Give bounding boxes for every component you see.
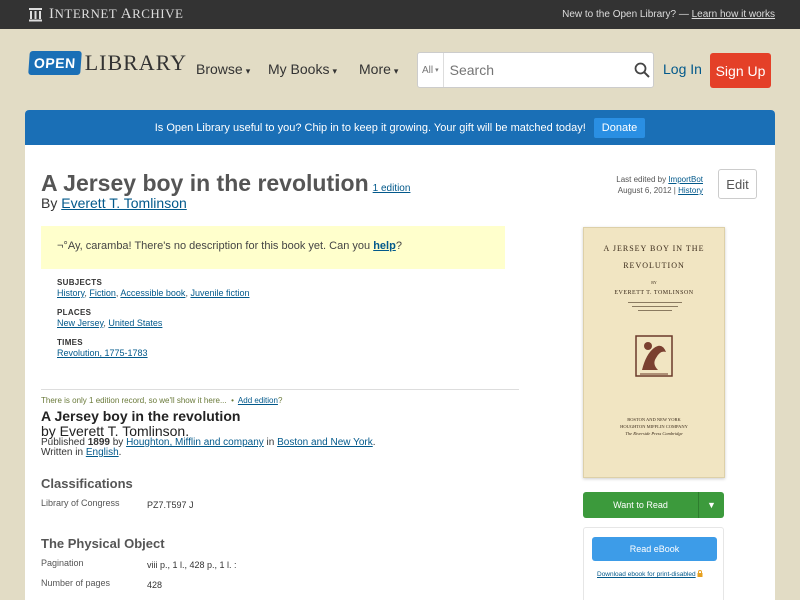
nav-more[interactable]: More ▾ <box>359 61 398 77</box>
physical-object-heading: The Physical Object <box>41 536 165 551</box>
search-bar: All ▾ <box>417 52 654 88</box>
place-link[interactable]: United States <box>108 318 162 328</box>
classifications-heading: Classifications <box>41 476 133 491</box>
edit-button[interactable]: Edit <box>718 169 757 199</box>
divider <box>41 389 519 390</box>
read-options-box: Read eBook Download ebook for print-disa… <box>583 527 724 600</box>
book-page-card: Is Open Library useful to you? Chip in t… <box>25 110 775 600</box>
lock-icon <box>697 570 703 577</box>
subject-link[interactable]: Accessible book <box>120 288 185 298</box>
last-edited-user-link[interactable]: ImportBot <box>668 175 703 184</box>
site-header: OPEN LIBRARY Browse ▾ My Books ▾ More ▾ All… <box>0 29 800 110</box>
last-edited-info: Last edited by ImportBot August 6, 2012 … <box>616 175 703 195</box>
book-cover[interactable]: A JERSEY BOY IN THE REVOLUTION BY EVERET… <box>583 227 725 478</box>
pagination-label: Pagination <box>41 558 84 568</box>
top-bar: INTERNET ARCHIVE New to the Open Library… <box>0 0 800 29</box>
donate-banner: Is Open Library useful to you? Chip in t… <box>25 110 775 145</box>
place-link[interactable]: New Jersey <box>57 318 103 328</box>
loc-label: Library of Congress <box>41 498 120 508</box>
search-input[interactable] <box>443 62 631 78</box>
places-facet: PLACES New Jersey, United States <box>57 308 163 328</box>
subject-link[interactable]: Juvenile fiction <box>190 288 249 298</box>
open-library-logo[interactable]: OPEN LIBRARY <box>28 50 188 76</box>
search-category-select[interactable]: All ▾ <box>418 53 444 87</box>
logo-library-text: LIBRARY <box>84 50 188 75</box>
caret-down-icon: ▾ <box>332 66 337 76</box>
want-to-read-dropdown[interactable]: ▼ <box>698 492 724 518</box>
read-ebook-button[interactable]: Read eBook <box>592 537 717 561</box>
nav-my-books[interactable]: My Books ▾ <box>268 61 337 77</box>
times-facet: TIMES Revolution, 1775-1783 <box>57 338 148 358</box>
publisher-emblem-icon <box>635 335 673 377</box>
search-button[interactable] <box>631 55 653 85</box>
edition-count-link[interactable]: 1 edition <box>373 183 411 194</box>
nav-browse[interactable]: Browse ▾ <box>196 61 250 77</box>
cover-fine-print <box>624 299 686 315</box>
author-link[interactable]: Everett T. Tomlinson <box>61 195 187 211</box>
publish-place-link[interactable]: Boston and New York <box>277 437 373 448</box>
help-link[interactable]: help <box>373 240 396 252</box>
loc-value: PZ7.T597 J <box>147 500 194 510</box>
edition-note: There is only 1 edition record, so we'll… <box>41 396 283 405</box>
publisher-link[interactable]: Houghton, Mifflin and company <box>126 437 264 448</box>
internet-archive-logo-text: INTERNET ARCHIVE <box>49 6 184 22</box>
caret-down-icon: ▾ <box>393 66 399 76</box>
want-to-read-button: Want to Read ▼ <box>583 492 724 518</box>
want-to-read-main[interactable]: Want to Read <box>583 492 698 518</box>
language-link[interactable]: English <box>86 447 119 458</box>
add-edition-link[interactable]: Add edition <box>238 396 278 405</box>
new-user-message: New to the Open Library? — Learn how it … <box>562 9 775 20</box>
internet-archive-logo[interactable]: INTERNET ARCHIVE <box>28 6 183 23</box>
edition-title: A Jersey boy in the revolution <box>41 408 241 424</box>
subject-link[interactable]: Fiction <box>89 288 116 298</box>
caret-down-icon: ▾ <box>435 67 439 74</box>
pagination-value: viii p., 1 l., 428 p., 1 l. : <box>147 560 237 570</box>
caret-down-icon: ▾ <box>245 66 251 76</box>
download-print-disabled-link[interactable]: Download ebook for print-disabled <box>597 570 703 578</box>
book-title: A Jersey boy in the revolution 1 edition <box>41 170 411 196</box>
donate-button[interactable]: Donate <box>593 117 646 138</box>
edition-language: Written in English. <box>41 447 122 458</box>
logo-open-badge: OPEN <box>28 51 82 75</box>
page-count-value: 428 <box>147 580 163 590</box>
subjects-facet: SUBJECTS History, Fiction, Accessible bo… <box>57 278 250 298</box>
donate-banner-text: Is Open Library useful to you? Chip in t… <box>154 121 586 134</box>
learn-how-link[interactable]: Learn how it works <box>692 9 775 20</box>
signup-button[interactable]: Sign Up <box>710 53 771 88</box>
subject-link[interactable]: History <box>57 288 84 298</box>
triangle-down-icon: ▼ <box>707 500 716 510</box>
login-link[interactable]: Log In <box>663 61 702 77</box>
history-link[interactable]: History <box>678 186 703 195</box>
time-link[interactable]: Revolution, 1775-1783 <box>57 348 148 358</box>
description-box: ¬°Ay, caramba! There's no description fo… <box>41 226 505 269</box>
book-byline: By Everett T. Tomlinson <box>41 195 187 211</box>
search-icon <box>634 62 650 78</box>
page-count-label: Number of pages <box>41 578 111 588</box>
archive-building-icon <box>29 8 42 22</box>
